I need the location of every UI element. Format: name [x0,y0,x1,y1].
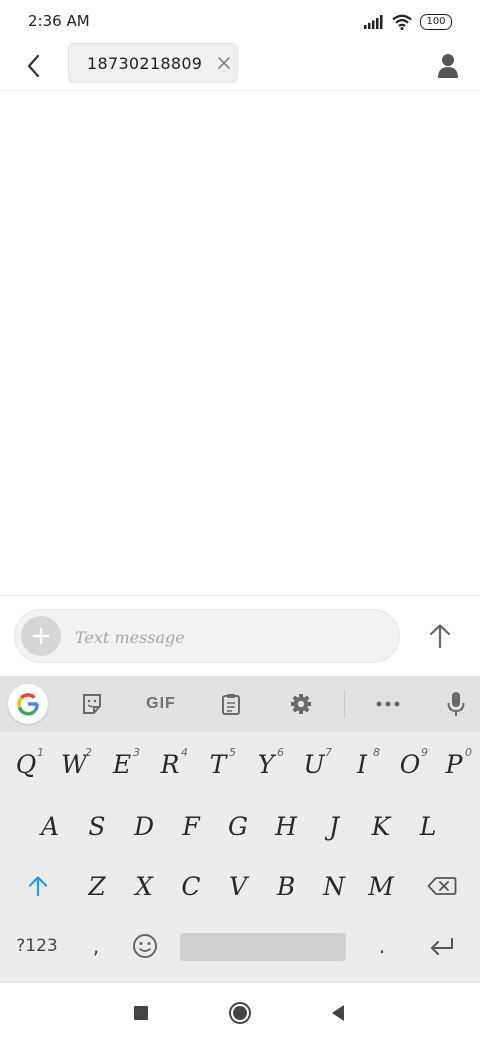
more-button[interactable] [368,684,408,724]
sticker-button[interactable] [72,684,112,724]
close-icon[interactable] [217,56,231,70]
key-p[interactable]: P0 [431,738,477,790]
shift-arrow-icon [28,876,48,897]
key-m[interactable]: M [358,860,404,912]
back-arrow-icon [27,54,40,78]
emoji-icon [133,934,157,958]
key-i[interactable]: I8 [339,738,385,790]
settings-button[interactable] [281,684,321,724]
key-g[interactable]: G [215,800,261,852]
battery-icon: 100 [420,14,452,30]
key-b[interactable]: B [263,860,309,912]
voice-input-button[interactable] [436,684,476,724]
backspace-icon [427,877,457,895]
contact-button[interactable] [430,48,466,84]
backspace-key[interactable] [414,860,470,912]
signal-icon [364,15,383,29]
key-f[interactable]: F [168,800,214,852]
recipient-number: 18730218809 [87,53,203,73]
google-button[interactable] [8,684,48,724]
gif-button[interactable]: GIF [140,684,182,724]
key-d[interactable]: D [121,800,167,852]
back-triangle-icon [332,1005,344,1021]
key-z[interactable]: Z [74,860,120,912]
status-icons: 100 [364,12,452,32]
recents-button[interactable] [123,995,159,1031]
key-t[interactable]: T5 [195,738,241,790]
key-c[interactable]: C [168,860,214,912]
send-button[interactable] [420,616,460,656]
google-g-icon [17,693,39,716]
comma-key[interactable]: , [76,920,116,972]
contact-person-icon [438,54,458,78]
message-list [0,91,480,595]
composer-divider [0,595,480,596]
home-circle-icon [229,1002,251,1024]
microphone-icon [447,692,465,716]
recipient-chip[interactable]: 18730218809 [68,43,238,83]
recents-square-icon [134,1006,148,1020]
key-w[interactable]: W2 [51,738,97,790]
status-bar: 2:36 AM 100 [0,0,480,42]
key-x[interactable]: X [121,860,167,912]
key-q[interactable]: Q1 [3,738,49,790]
toolbar-separator [344,690,345,718]
emoji-key[interactable] [122,920,168,972]
key-r[interactable]: R4 [147,738,193,790]
status-time: 2:36 AM [28,12,90,30]
key-s[interactable]: S [74,800,120,852]
clipboard-icon [222,694,240,715]
keyboard: GIF Q 1 W 2 E 3 R 4 T 5 Y 6 U 7 I 8 O 9 … [0,676,480,982]
nav-back-button[interactable] [320,995,356,1031]
plus-icon [32,627,50,645]
back-button[interactable] [16,46,52,86]
shift-key[interactable] [12,860,64,912]
key-y[interactable]: Y6 [243,738,289,790]
more-dots-icon [376,701,400,707]
key-h[interactable]: H [263,800,309,852]
key-e[interactable]: E3 [99,738,145,790]
composer [14,609,400,663]
key-u[interactable]: U7 [291,738,337,790]
key-a[interactable]: A [27,800,73,852]
symbols-key[interactable]: ?123 [6,920,68,972]
key-v[interactable]: V [215,860,261,912]
message-input[interactable] [73,618,387,656]
key-o[interactable]: O9 [387,738,433,790]
clipboard-button[interactable] [211,684,251,724]
home-button[interactable] [222,995,258,1031]
conversation-header: 18730218809 [0,42,480,90]
send-arrow-up-icon [429,624,451,649]
navigation-bar [0,982,480,1040]
period-key[interactable]: . [360,920,404,972]
key-k[interactable]: K [358,800,404,852]
spacebar[interactable] [180,933,346,961]
gear-icon [291,694,311,714]
key-j[interactable]: J [311,800,357,852]
key-l[interactable]: L [405,800,451,852]
wifi-icon [392,14,412,30]
gif-label: GIF [146,695,176,712]
key-n[interactable]: N [311,860,357,912]
attach-button[interactable] [21,616,61,656]
keyboard-toolbar: GIF [0,676,480,732]
sticker-icon [83,694,101,714]
enter-key[interactable] [418,920,466,972]
enter-icon [431,938,453,955]
